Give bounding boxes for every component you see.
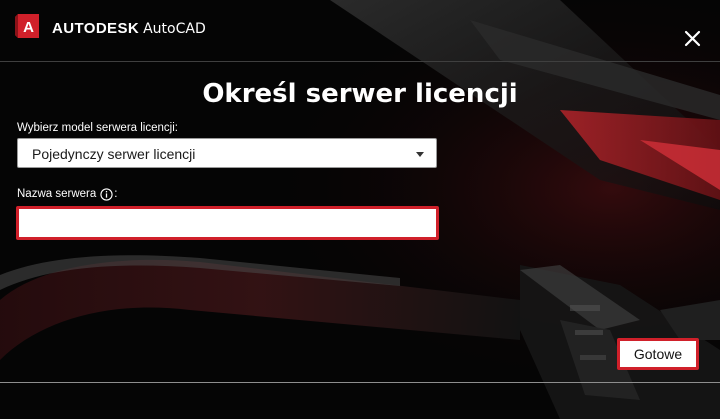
server-name-input[interactable] bbox=[16, 206, 439, 240]
product-name: AutoCAD bbox=[143, 21, 206, 37]
autocad-logo-letter: A bbox=[23, 19, 34, 36]
server-name-label-colon: : bbox=[114, 188, 118, 200]
done-button[interactable]: Gotowe bbox=[617, 338, 699, 370]
close-icon[interactable] bbox=[680, 27, 704, 51]
page-title: Określ serwer licencji bbox=[202, 79, 518, 109]
app-brand: AUTODESK AutoCAD bbox=[52, 20, 206, 38]
server-model-dropdown[interactable]: Pojedynczy serwer licencji bbox=[17, 138, 437, 168]
autocad-logo: A bbox=[15, 14, 39, 38]
server-model-selected: Pojedynczy serwer licencji bbox=[32, 146, 196, 162]
server-model-label: Wybierz model serwera licencji: bbox=[17, 122, 178, 134]
license-server-dialog: A AUTODESK AutoCAD Określ serwer licencji… bbox=[0, 0, 720, 419]
chevron-down-icon bbox=[416, 152, 424, 157]
footer-divider bbox=[0, 382, 720, 383]
info-icon[interactable] bbox=[100, 187, 113, 201]
server-name-label-text: Nazwa serwera bbox=[17, 188, 97, 200]
title-bar: A AUTODESK AutoCAD bbox=[0, 0, 720, 60]
title-divider bbox=[0, 61, 720, 62]
company-name: AUTODESK bbox=[52, 20, 140, 37]
server-name-label: Nazwa serwera : bbox=[17, 187, 117, 201]
